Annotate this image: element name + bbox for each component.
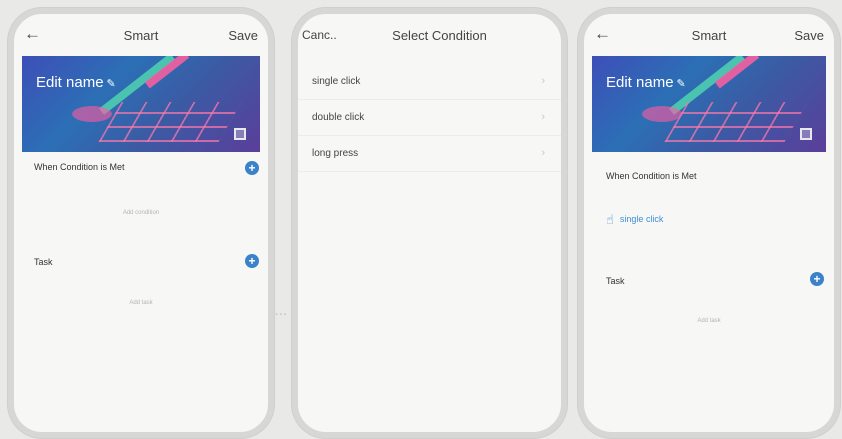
task-section: Task — [14, 257, 268, 267]
task-section: Task — [584, 276, 834, 286]
edit-name-button[interactable]: Edit name ✎ — [36, 74, 116, 91]
edit-name-label: Edit name — [36, 74, 104, 91]
banner-decoration — [98, 102, 242, 142]
add-task-plus-icon[interactable]: + — [245, 254, 259, 268]
condition-list: single click › double click › long press… — [298, 64, 561, 172]
selected-condition-single-click[interactable]: ☝ single click — [606, 212, 663, 228]
add-condition-plus-icon[interactable]: + — [245, 161, 259, 175]
condition-option-double-click[interactable]: double click › — [298, 100, 561, 136]
add-condition-hint[interactable]: Add condition — [14, 210, 268, 216]
banner-decoration — [72, 106, 112, 122]
edit-name-label: Edit name — [606, 74, 674, 91]
page-title: Select Condition — [392, 28, 487, 43]
condition-option-single-click[interactable]: single click › — [298, 64, 561, 100]
scene-banner[interactable]: Edit name ✎ — [22, 56, 260, 152]
add-task-hint[interactable]: Add task — [584, 318, 834, 324]
selected-condition-label: single click — [619, 214, 664, 224]
chevron-right-icon: › — [541, 147, 545, 159]
condition-title: When Condition is Met — [606, 171, 697, 181]
condition-option-long-press[interactable]: long press › — [298, 136, 561, 172]
image-icon[interactable] — [234, 128, 246, 140]
header: ← Smart Save — [584, 14, 834, 56]
pencil-icon: ✎ — [106, 78, 116, 90]
tap-icon: ☝ — [606, 212, 614, 227]
add-task-hint[interactable]: Add task — [14, 300, 268, 306]
edit-name-button[interactable]: Edit name ✎ — [606, 74, 686, 91]
condition-section: When Condition is Met — [14, 162, 268, 172]
task-title: Task — [606, 276, 625, 286]
image-icon[interactable] — [800, 128, 812, 140]
scene-banner[interactable]: Edit name ✎ — [592, 56, 826, 152]
save-button[interactable]: Save — [794, 28, 824, 43]
header: Canc.. Select Condition — [298, 14, 561, 56]
condition-section: When Condition is Met — [584, 171, 834, 181]
condition-title: When Condition is Met — [34, 162, 125, 172]
banner-decoration — [664, 102, 808, 142]
phone-screen-select-condition: Canc.. Select Condition single click › d… — [292, 8, 567, 438]
phone-screen-smart: ← Smart Save Edit name ✎ When Condition i… — [8, 8, 274, 438]
header: ← Smart Save — [14, 14, 268, 56]
add-task-plus-icon[interactable]: + — [810, 272, 824, 286]
chevron-right-icon: › — [541, 111, 545, 123]
save-button[interactable]: Save — [228, 28, 258, 43]
task-title: Task — [34, 257, 53, 267]
condition-option-label: double click — [312, 112, 365, 123]
condition-option-label: long press — [312, 148, 359, 159]
phone-screen-smart-configured: ← Smart Save Edit name ✎ When Condition i… — [578, 8, 840, 438]
chevron-right-icon: › — [541, 75, 545, 87]
condition-option-label: single click — [312, 76, 361, 87]
pencil-icon: ✎ — [676, 78, 686, 90]
